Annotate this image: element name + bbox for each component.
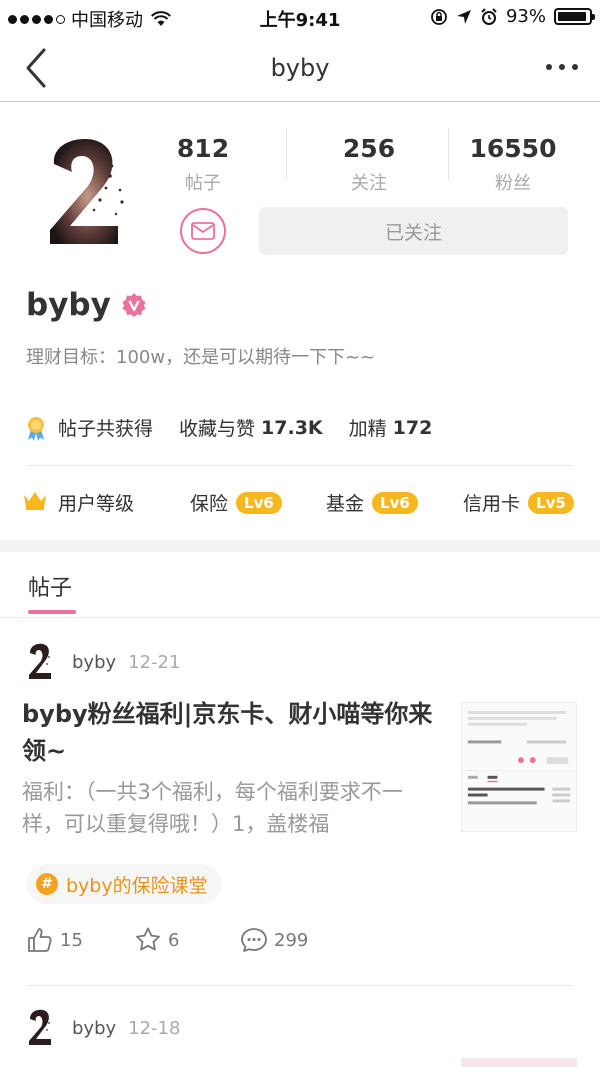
verified-badge-icon: [122, 293, 146, 317]
post-date: 12-21: [128, 651, 181, 673]
stat-following[interactable]: 256 关注: [294, 134, 444, 195]
page-title: byby: [270, 54, 330, 82]
divider: [286, 128, 287, 180]
battery-percent: 93%: [505, 6, 546, 27]
achievements-row: 帖子共获得 收藏与赞 17.3K 加精 172: [24, 414, 432, 441]
favorite-button[interactable]: 6: [134, 926, 179, 954]
stat-label: 粉丝: [495, 173, 531, 194]
stat-followers[interactable]: 16550 粉丝: [438, 134, 588, 195]
tab-posts[interactable]: 帖子: [28, 570, 72, 602]
divider: [26, 465, 574, 466]
topic-tag[interactable]: # byby的保险课堂: [26, 864, 222, 904]
favorites-value: 17.3K: [261, 416, 323, 439]
username: byby: [26, 287, 111, 323]
avatar[interactable]: [36, 130, 132, 250]
status-bar: 中国移动 上午9:41 93%: [0, 0, 600, 34]
user-level-title: 用户等级: [58, 493, 135, 515]
stat-label: 帖子: [185, 173, 221, 194]
stat-value: 256: [342, 134, 396, 163]
featured-value: 172: [392, 416, 433, 439]
star-icon: [136, 927, 160, 951]
level-name: 基金: [326, 493, 365, 515]
tab-active-indicator: [28, 610, 76, 614]
nav-bar: byby: [0, 34, 600, 102]
divider: [26, 985, 574, 986]
thumbs-up-icon: [28, 928, 52, 952]
level-name: 信用卡: [463, 493, 521, 515]
level-insurance[interactable]: 保险 Lv6: [190, 489, 282, 516]
like-button[interactable]: 15: [26, 926, 83, 954]
tab-bar: 帖子: [0, 552, 600, 618]
featured-label: 加精: [348, 418, 387, 440]
profile-username-row: byby: [26, 287, 147, 323]
like-count: 15: [60, 929, 83, 951]
post-thumbnail[interactable]: [461, 1058, 577, 1067]
section-gap: [0, 540, 600, 552]
hashtag-icon: #: [36, 873, 58, 895]
profile-bio: 理财目标：100w，还是可以期待一下下~~: [26, 347, 376, 368]
favorites-label: 收藏与赞: [179, 418, 256, 440]
post-author[interactable]: byby: [72, 1018, 116, 1039]
author-avatar[interactable]: [26, 642, 54, 682]
user-levels-row: 用户等级 保险 Lv6 基金 Lv6 信用卡 Lv5: [22, 487, 582, 517]
comment-button[interactable]: 299: [240, 926, 308, 954]
alarm-icon: [481, 7, 497, 25]
post-thumbnail[interactable]: [461, 702, 577, 832]
stat-value: 16550: [469, 134, 557, 163]
rotation-lock-icon: [431, 8, 447, 25]
level-fund[interactable]: 基金 Lv6: [326, 489, 418, 516]
post-author[interactable]: byby: [72, 652, 116, 673]
post-actions: 15 6 299: [26, 926, 426, 958]
level-badge: Lv6: [372, 491, 418, 514]
post-header: byby 12-18: [26, 1006, 180, 1050]
post-excerpt[interactable]: 福利：（一共3个福利，每个福利要求不一样，可以重复得哦！）1，盖楼福: [22, 776, 442, 840]
message-button[interactable]: [180, 208, 226, 254]
comment-bubble-icon: [241, 928, 267, 952]
crown-icon: [24, 492, 46, 510]
star-count: 6: [168, 929, 180, 951]
achievements-label: 帖子共获得: [58, 418, 154, 440]
status-right: 93%: [430, 6, 595, 27]
more-options-icon[interactable]: [546, 64, 578, 70]
level-badge: Lv6: [236, 491, 282, 514]
topic-tag-label: byby的保险课堂: [66, 874, 208, 897]
post-header: byby 12-21: [26, 640, 180, 684]
medal-icon: [28, 416, 44, 441]
stat-posts[interactable]: 812 帖子: [128, 134, 278, 195]
stat-label: 关注: [351, 173, 387, 194]
location-arrow-icon: [456, 9, 471, 24]
level-credit-card[interactable]: 信用卡 Lv5: [463, 489, 574, 516]
battery-icon: [554, 8, 595, 25]
followed-button[interactable]: 已关注: [259, 207, 568, 255]
level-name: 保险: [190, 493, 229, 515]
post-title[interactable]: byby粉丝福利|京东卡、财小喵等你来领~: [22, 696, 442, 770]
author-avatar[interactable]: [26, 1008, 54, 1048]
stat-value: 812: [176, 134, 230, 163]
envelope-icon: [191, 222, 215, 240]
level-badge: Lv5: [528, 491, 574, 514]
post-date: 12-18: [128, 1017, 181, 1039]
comment-count: 299: [274, 929, 309, 951]
